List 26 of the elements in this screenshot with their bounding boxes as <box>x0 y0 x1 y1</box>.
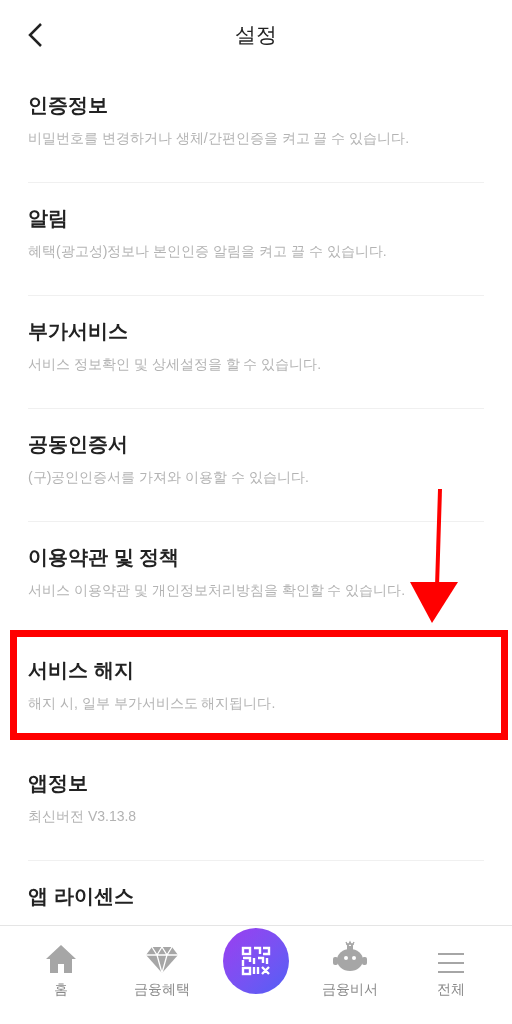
menu-item-description: 최신버전 V3.13.8 <box>28 807 137 826</box>
page-title: 설정 <box>235 22 277 49</box>
back-icon[interactable] <box>26 22 44 48</box>
home-icon <box>44 944 77 974</box>
menu-item-description: 비밀번호를 변경하거나 생체/간편인증을 켜고 끌 수 있습니다. <box>28 129 410 148</box>
menu-item-title[interactable]: 공동인증서 <box>28 431 128 457</box>
menu-item-title[interactable]: 인증정보 <box>28 92 108 118</box>
menu-item-description: 해지 시, 일부 부가서비스도 해지됩니다. <box>28 694 276 713</box>
menu-item-description: (구)공인인증서를 가져와 이용할 수 있습니다. <box>28 468 309 487</box>
menu-item-description: 서비스 정보확인 및 상세설정을 할 수 있습니다. <box>28 355 322 374</box>
nav-tab[interactable]: 금융혜택 <box>121 926 202 998</box>
menu-item-title[interactable]: 앱 라이센스 <box>28 883 134 909</box>
menu-item-title[interactable]: 서비스 해지 <box>28 657 134 683</box>
robot-icon <box>332 940 369 974</box>
menu-item-description: 서비스 이용약관 및 개인정보처리방침을 확인할 수 있습니다. <box>28 581 406 600</box>
nav-tab[interactable]: 전체 <box>411 926 492 998</box>
qr-code-icon <box>240 946 271 976</box>
menu-item-title[interactable]: 이용약관 및 정책 <box>28 544 180 570</box>
menu-item-title[interactable]: 알림 <box>28 205 68 231</box>
menu-item-title[interactable]: 앱정보 <box>28 770 88 796</box>
diamond-icon <box>144 946 179 974</box>
nav-tab[interactable]: 홈 <box>20 926 101 998</box>
nav-tab[interactable]: 금융비서 <box>310 926 391 998</box>
menu-item-title[interactable]: 부가서비스 <box>28 318 128 344</box>
menu-icon <box>438 952 465 974</box>
menu-item-description: 혜택(광고성)정보나 본인인증 알림을 켜고 끌 수 있습니다. <box>28 242 387 261</box>
